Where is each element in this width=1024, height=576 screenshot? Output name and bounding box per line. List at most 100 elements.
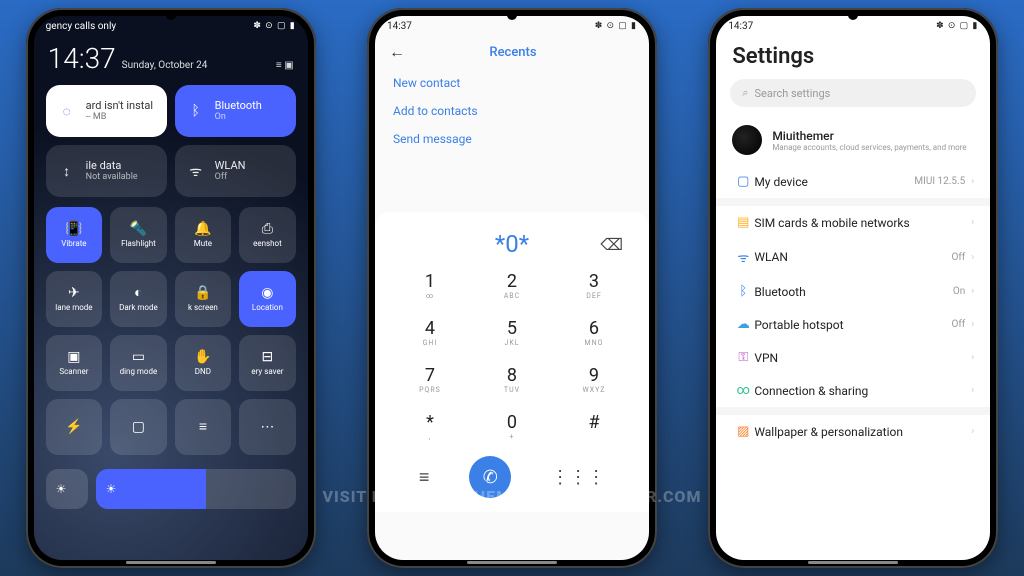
flashlight-toggle[interactable]: 🔦Flashlight — [110, 207, 167, 263]
key-0[interactable]: 0+ — [471, 403, 553, 450]
quick-toggle-b[interactable]: ▢ — [110, 399, 167, 455]
account-name: Miuithemer — [772, 129, 966, 143]
quick-toggle-a[interactable]: ⚡ — [46, 399, 103, 455]
clock: 14:37 — [48, 42, 116, 75]
dialpad-toggle[interactable]: ⋮⋮⋮ — [551, 467, 605, 488]
chevron-right-icon: › — [971, 217, 974, 228]
wallpaper-icon: ▨ — [732, 424, 754, 439]
mute-toggle-icon: 🔔 — [194, 222, 211, 236]
airplane-toggle[interactable]: ✈lane mode — [46, 271, 103, 327]
wlan-icon: ᯤ — [732, 248, 754, 266]
location-toggle[interactable]: ◉Location — [239, 271, 296, 327]
key-7[interactable]: 7PQRS — [389, 356, 471, 403]
camera-notch — [166, 10, 176, 20]
settings-hotspot[interactable]: ☁Portable hotspotOff› — [716, 308, 990, 341]
watermark: VISIT FOR MORE THEMES - MIUITHEMER.COM — [0, 487, 1024, 506]
dnd-toggle[interactable]: ✋DND — [175, 335, 232, 391]
settings-vpn[interactable]: ⚿VPN› — [716, 341, 990, 374]
status-icons: ✽ ⊙ ▢ ▮ — [936, 21, 978, 31]
flashlight-toggle-icon: 🔦 — [130, 222, 147, 236]
quick-toggle-c[interactable]: ≡ — [175, 399, 232, 455]
quick-toggle-c-icon: ≡ — [199, 420, 207, 434]
phone-dialer: 14:37 ✽ ⊙ ▢ ▮ ← Recents New contact Add … — [367, 8, 657, 568]
bluetooth-tile[interactable]: ᛒ BluetoothOn — [175, 85, 296, 137]
chevron-right-icon: › — [971, 319, 974, 330]
key-*[interactable]: *, — [389, 403, 471, 450]
wlan-tile[interactable]: ᯤ WLANOff — [175, 145, 296, 197]
brightness-icon: ☀ — [106, 482, 117, 496]
date: Sunday, October 24 — [122, 60, 270, 71]
key-#[interactable]: # — [553, 403, 635, 450]
airplane-toggle-icon: ✈ — [68, 286, 80, 300]
key-5[interactable]: 5JKL — [471, 309, 553, 356]
home-indicator[interactable] — [467, 561, 557, 564]
account-sub: Manage accounts, cloud services, payment… — [772, 143, 966, 152]
screenshot-toggle[interactable]: ⎙eenshot — [239, 207, 296, 263]
settings-my-device[interactable]: ▢My deviceMIUI 12.5.5› — [716, 165, 990, 198]
settings-connection[interactable]: ∞Connection & sharing› — [716, 374, 990, 407]
delete-button[interactable]: ⌫ — [600, 235, 623, 254]
darkmode-toggle[interactable]: ◐Dark mode — [110, 271, 167, 327]
screenshot-toggle-icon: ⎙ — [262, 222, 273, 236]
key-3[interactable]: 3DEF — [553, 262, 635, 309]
chevron-right-icon: › — [971, 352, 974, 363]
settings-bluetooth[interactable]: ᛒBluetoothOn› — [716, 275, 990, 308]
quick-toggle-d[interactable]: ⋯ — [239, 399, 296, 455]
key-1[interactable]: 1∞ — [389, 262, 471, 309]
wifi-icon: ᯤ — [185, 162, 207, 181]
data-usage-tile[interactable]: ◌ ard isn't instal-- MB — [46, 85, 167, 137]
chevron-right-icon: › — [971, 252, 974, 263]
search-placeholder: Search settings — [754, 87, 830, 100]
menu-button[interactable]: ≡ — [419, 467, 430, 488]
settings-wlan[interactable]: ᯤWLANOff› — [716, 239, 990, 275]
my-device-icon: ▢ — [732, 174, 754, 189]
mobile-data-tile[interactable]: ↕ ile dataNot available — [46, 145, 167, 197]
key-4[interactable]: 4GHI — [389, 309, 471, 356]
settings-sim[interactable]: ▤SIM cards & mobile networks› — [716, 206, 990, 239]
hotspot-icon: ☁ — [732, 317, 754, 332]
camera-notch — [848, 10, 858, 20]
add-contacts-link[interactable]: Add to contacts — [393, 104, 631, 118]
phone-icon: ✆ — [483, 467, 498, 488]
location-toggle-icon: ◉ — [261, 286, 273, 300]
scanner-toggle[interactable]: ▣Scanner — [46, 335, 103, 391]
camera-notch — [507, 10, 517, 20]
carrier-text: gency calls only — [46, 21, 116, 32]
status-icons: ✽ ⊙ ▢ ▮ — [595, 21, 637, 31]
key-9[interactable]: 9WXYZ — [553, 356, 635, 403]
scanner-toggle-icon: ▣ — [67, 350, 80, 364]
connection-icon: ∞ — [732, 383, 754, 398]
sim-icon: ▤ — [732, 215, 754, 230]
chevron-right-icon: › — [971, 286, 974, 297]
mute-toggle[interactable]: 🔔Mute — [175, 207, 232, 263]
search-input[interactable]: ⌕ Search settings — [730, 79, 976, 107]
tab-recents[interactable]: Recents — [391, 45, 635, 60]
account-row[interactable]: Miuithemer Manage accounts, cloud servic… — [716, 121, 990, 165]
panel-actions[interactable]: ≡ ▣ — [276, 60, 294, 71]
send-message-link[interactable]: Send message — [393, 132, 631, 146]
key-8[interactable]: 8TUV — [471, 356, 553, 403]
new-contact-link[interactable]: New contact — [393, 76, 631, 90]
status-time: 14:37 — [728, 21, 753, 32]
key-6[interactable]: 6MNO — [553, 309, 635, 356]
reading-toggle[interactable]: ▭ding mode — [110, 335, 167, 391]
lockscreen-toggle[interactable]: 🔒k screen — [175, 271, 232, 327]
page-title: Settings — [716, 36, 990, 79]
phone-control-center: gency calls only ✽ ⊙ ▢ ▮ 14:37 Sunday, O… — [26, 8, 316, 568]
phone-settings: 14:37 ✽ ⊙ ▢ ▮ Settings ⌕ Search settings… — [708, 8, 998, 568]
home-indicator[interactable] — [808, 561, 898, 564]
vibrate-toggle-icon: 📳 — [65, 222, 82, 236]
vibrate-toggle[interactable]: 📳Vibrate — [46, 207, 103, 263]
settings-wallpaper[interactable]: ▨Wallpaper & personalization› — [716, 415, 990, 448]
home-indicator[interactable] — [126, 561, 216, 564]
quick-toggle-b-icon: ▢ — [132, 420, 145, 434]
status-icons: ✽ ⊙ ▢ ▮ — [253, 21, 295, 31]
battery-toggle[interactable]: ⊟ery saver — [239, 335, 296, 391]
mobile-icon: ↕ — [56, 163, 78, 180]
key-2[interactable]: 2ABC — [471, 262, 553, 309]
vpn-icon: ⚿ — [732, 350, 754, 365]
dialed-number: *0* — [495, 230, 529, 258]
darkmode-toggle-icon: ◐ — [134, 286, 142, 300]
bluetooth-icon: ᛒ — [185, 103, 207, 119]
quick-toggle-a-icon: ⚡ — [65, 420, 82, 434]
